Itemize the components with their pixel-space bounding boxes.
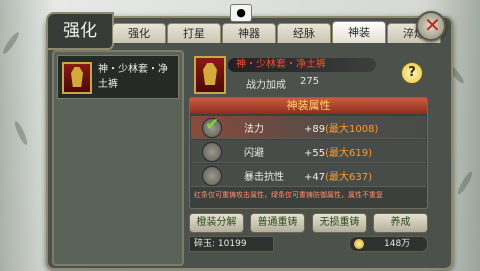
attribute-row[interactable]: 闪避 +55(最大619) <box>191 140 426 163</box>
attribute-value: +89(最大1008) <box>304 124 379 135</box>
close-button[interactable]: ✕ <box>416 11 446 41</box>
robe-icon <box>194 56 226 94</box>
camera-icon[interactable]: ● <box>230 4 252 22</box>
list-item-name: 神・少林套・净土裤 <box>98 64 168 90</box>
normal-recast-button[interactable]: 普通重铸 <box>250 213 305 233</box>
attributes-header: 神装属性 <box>190 98 427 114</box>
attribute-radio[interactable] <box>202 166 222 186</box>
robe-icon <box>62 62 92 94</box>
attribute-radio[interactable]: ✔ <box>202 115 222 138</box>
tab-bar: 强化 打星 神器 经脉 神装 淬炼 <box>112 21 442 43</box>
attribute-name: 暴击抗性 <box>244 172 284 183</box>
tab-strengthen[interactable]: 强化 <box>112 23 166 43</box>
tab-artifact[interactable]: 神器 <box>222 23 276 43</box>
attribute-value: +47(最大637) <box>304 172 372 183</box>
attribute-row[interactable]: ✔ 法力 +89(最大1008) <box>191 115 426 139</box>
jade-label: 碎玉: <box>194 239 216 249</box>
attribute-max: (最大1008) <box>325 124 379 135</box>
power-label: 战力加成 <box>246 80 286 91</box>
attribute-max: (最大619) <box>325 148 372 159</box>
recast-note: 红条仅可重铸攻击属性，绿条仅可重铸防御属性，属性不重复 <box>194 191 383 199</box>
attribute-max: (最大637) <box>325 172 372 183</box>
attribute-name: 法力 <box>244 124 264 135</box>
panel-title: 强化 <box>46 12 114 50</box>
close-icon: ✕ <box>424 13 441 37</box>
jade-counter: 碎玉: 10199 <box>189 236 274 252</box>
lossless-recast-button[interactable]: 无损重铸 <box>312 213 367 233</box>
attribute-row[interactable]: 暴击抗性 +47(最大637) <box>191 164 426 187</box>
coin-counter: 148万 <box>349 236 428 252</box>
attribute-name: 闪避 <box>244 148 264 159</box>
nurture-button[interactable]: 养成 <box>373 213 428 233</box>
jade-value: 10199 <box>217 239 247 249</box>
power-value: 275 <box>300 76 320 87</box>
equipment-list: 神・少林套・净土裤 <box>52 50 184 266</box>
equipment-name-bar: 神・少林套・净土裤 <box>228 58 376 72</box>
tab-star[interactable]: 打星 <box>167 23 221 43</box>
coin-value: 148万 <box>384 239 411 249</box>
tab-divine-equipment[interactable]: 神装 <box>332 21 386 43</box>
tab-meridian[interactable]: 经脉 <box>277 23 331 43</box>
checkmark-icon: ✔ <box>205 115 220 135</box>
coin-icon <box>354 239 364 249</box>
equipment-name: 神・少林套・净土裤 <box>236 59 326 70</box>
attribute-value: +55(最大619) <box>304 148 372 159</box>
help-icon[interactable]: ? <box>401 62 423 84</box>
list-item[interactable]: 神・少林套・净土裤 <box>57 55 179 99</box>
attribute-radio[interactable] <box>202 142 222 162</box>
decompose-button[interactable]: 橙装分解 <box>189 213 244 233</box>
